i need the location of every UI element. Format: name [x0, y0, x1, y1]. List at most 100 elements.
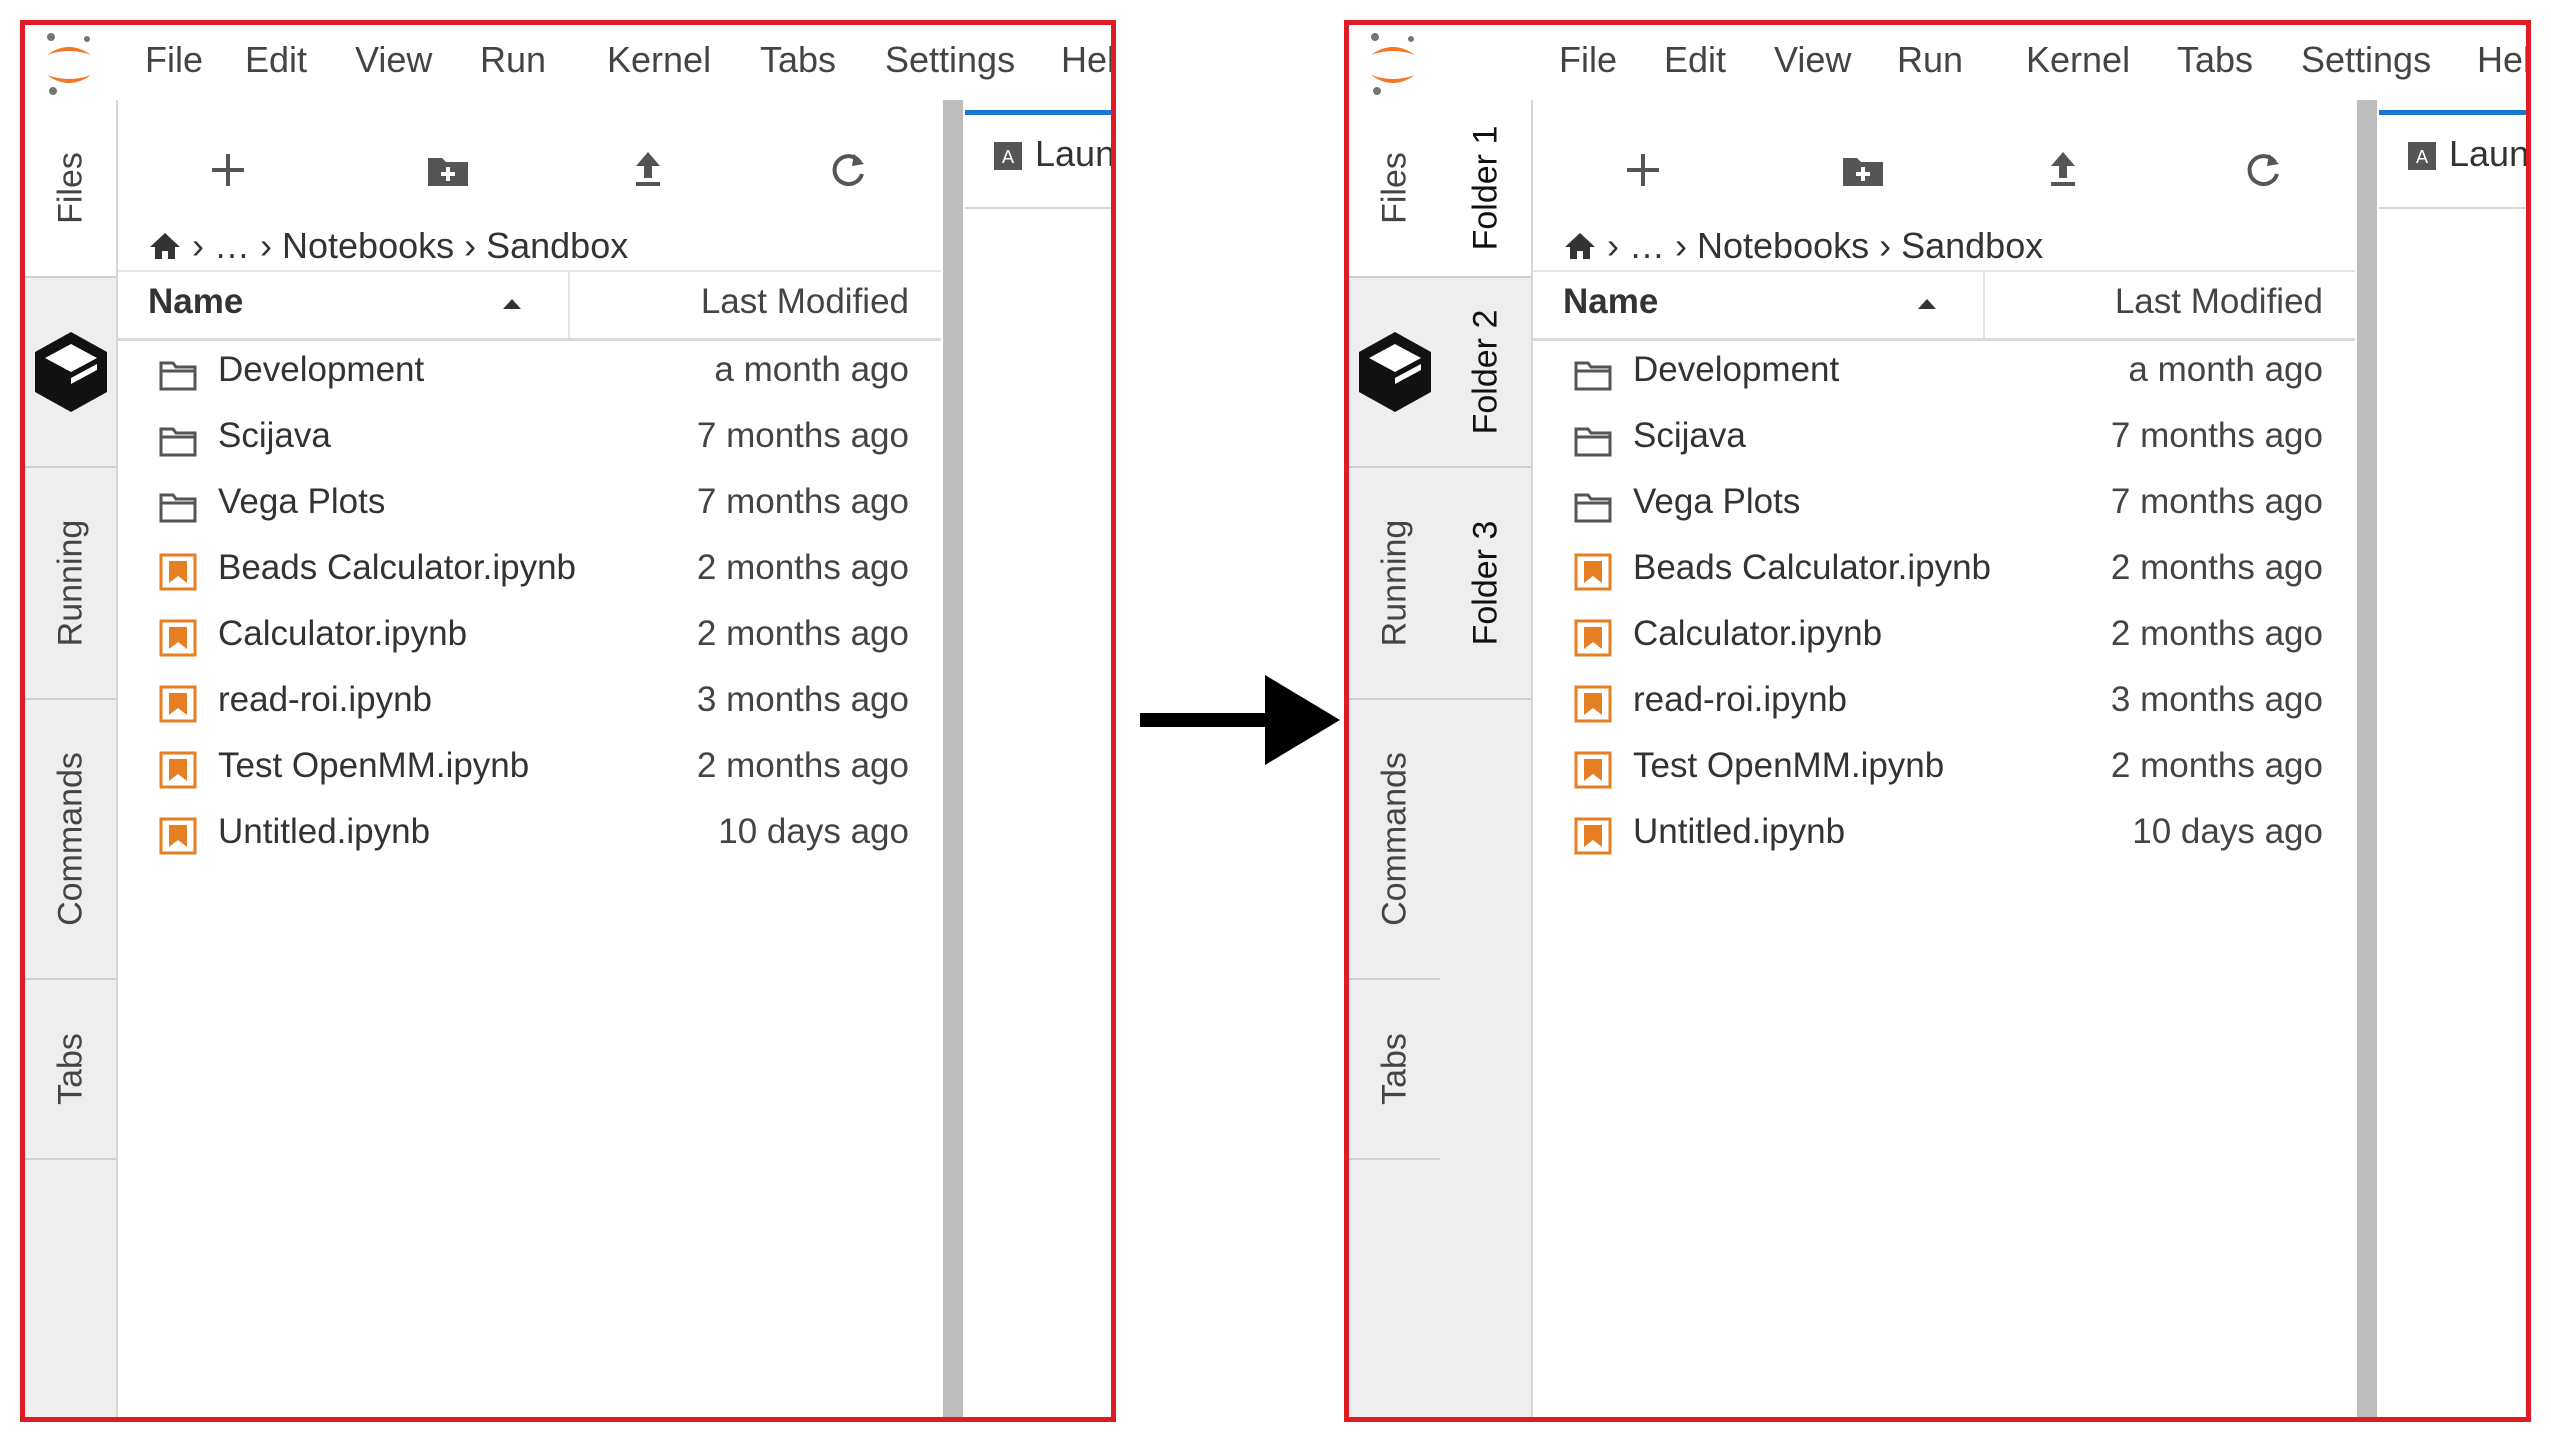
file-row[interactable]: Calculator.ipynb 2 months ago [118, 604, 941, 670]
sort-ascending-icon [1918, 299, 1936, 309]
menu-edit[interactable]: Edit [1664, 39, 1726, 81]
menu-tabs[interactable]: Tabs [2177, 39, 2253, 81]
tab-launcher[interactable]: A Laun [965, 110, 1111, 209]
file-row[interactable]: Beads Calculator.ipynb 2 months ago [1533, 538, 2355, 604]
folder-icon [1574, 361, 1612, 391]
tab-launcher-label: Laun [2449, 133, 2530, 174]
file-row[interactable]: Development a month ago [1533, 340, 2355, 406]
sidebar-tab-running[interactable]: Running [1349, 468, 1440, 700]
file-name: Beads Calculator.ipynb [218, 548, 576, 587]
folder-tab-3[interactable]: Folder 3 [1440, 468, 1531, 700]
file-row[interactable]: Scijava 7 months ago [1533, 406, 2355, 472]
file-name: read-roi.ipynb [1633, 680, 1847, 719]
sidebar-tab-commands[interactable]: Commands [1349, 700, 1440, 980]
file-modified: 2 months ago [696, 746, 909, 785]
sidebar-tab-commands[interactable]: Commands [25, 700, 116, 980]
folder-tab-2[interactable]: Folder 2 [1440, 278, 1531, 468]
file-modified: 2 months ago [2110, 548, 2323, 587]
file-row[interactable]: Development a month ago [118, 340, 941, 406]
file-list-header: Name Last Modified [1533, 270, 2355, 341]
notebook-icon [159, 817, 197, 855]
notebook-icon [1574, 817, 1612, 855]
file-name: Untitled.ipynb [1633, 812, 1846, 851]
scrollbar[interactable] [943, 100, 963, 1417]
launcher-icon: A [994, 142, 1022, 170]
file-row[interactable]: Vega Plots 7 months ago [1533, 472, 2355, 538]
upload-button[interactable] [2033, 140, 2093, 200]
notebook-icon [159, 751, 197, 789]
tab-launcher[interactable]: A Laun [2379, 110, 2530, 209]
column-modified-header[interactable]: Last Modified [701, 282, 909, 322]
sidebar-tab-label: Running [1375, 519, 1413, 647]
file-modified: 7 months ago [2110, 416, 2323, 455]
file-row[interactable]: read-roi.ipynb 3 months ago [118, 670, 941, 736]
file-modified: 7 months ago [2110, 482, 2323, 521]
new-launcher-button[interactable] [1613, 140, 1673, 200]
breadcrumb-sandbox[interactable]: Sandbox [1901, 225, 2043, 267]
breadcrumb-ellipsis[interactable]: … [1629, 225, 1665, 267]
sidebar-tab-files[interactable]: Files [25, 100, 116, 278]
file-row[interactable]: Vega Plots 7 months ago [118, 472, 941, 538]
file-row[interactable]: Beads Calculator.ipynb 2 months ago [118, 538, 941, 604]
file-modified: 3 months ago [696, 680, 909, 719]
menu-tabs[interactable]: Tabs [760, 39, 836, 81]
new-folder-button[interactable] [1833, 140, 1893, 200]
menu-view[interactable]: View [1774, 39, 1851, 81]
menu-view[interactable]: View [355, 39, 432, 81]
main-area: A Laun [965, 100, 1111, 1417]
menu-run[interactable]: Run [480, 39, 546, 81]
home-icon[interactable] [148, 231, 182, 261]
menu-settings[interactable]: Settings [885, 39, 1015, 81]
menu-help[interactable]: Hel [1061, 39, 1111, 81]
file-name: Calculator.ipynb [1633, 614, 1883, 653]
notebook-icon [1574, 685, 1612, 723]
new-folder-button[interactable] [418, 140, 478, 200]
column-modified-header[interactable]: Last Modified [2115, 282, 2323, 322]
file-row[interactable]: Test OpenMM.ipynb 2 months ago [1533, 736, 2355, 802]
refresh-button[interactable] [2233, 140, 2293, 200]
file-row[interactable]: Test OpenMM.ipynb 2 months ago [118, 736, 941, 802]
breadcrumb-sandbox[interactable]: Sandbox [486, 225, 628, 267]
file-row[interactable]: Calculator.ipynb 2 months ago [1533, 604, 2355, 670]
file-row[interactable]: Untitled.ipynb 10 days ago [1533, 802, 2355, 868]
folder-tab-label: Folder 2 [1466, 309, 1504, 435]
menu-help[interactable]: Hel [2477, 39, 2526, 81]
file-modified: a month ago [2128, 350, 2323, 389]
sidebar-tab-files[interactable]: Files [1349, 100, 1440, 278]
file-row[interactable]: Scijava 7 months ago [118, 406, 941, 472]
sidebar-tab-extension[interactable] [1349, 278, 1440, 468]
upload-button[interactable] [618, 140, 678, 200]
menu-file[interactable]: File [145, 39, 203, 81]
scrollbar[interactable] [2357, 100, 2377, 1417]
menu-file[interactable]: File [1559, 39, 1617, 81]
sidebar-tab-label: Files [1375, 152, 1413, 224]
file-name: Development [1633, 350, 1840, 389]
sidebar-tab-tabs[interactable]: Tabs [1349, 980, 1440, 1160]
folder-icon [159, 427, 197, 457]
menu-kernel[interactable]: Kernel [607, 39, 711, 81]
column-name-header[interactable]: Name [1563, 282, 1658, 322]
menu-run[interactable]: Run [1897, 39, 1963, 81]
file-modified: 2 months ago [696, 614, 909, 653]
sidebar-tab-running[interactable]: Running [25, 468, 116, 700]
home-icon[interactable] [1563, 231, 1597, 261]
breadcrumb-ellipsis[interactable]: … [214, 225, 250, 267]
breadcrumb-notebooks[interactable]: Notebooks [282, 225, 454, 267]
menu-kernel[interactable]: Kernel [2026, 39, 2130, 81]
folder-tab-1[interactable]: Folder 1 [1440, 100, 1531, 278]
before-panel: File Edit View Run Kernel Tabs Settings … [20, 20, 1116, 1422]
breadcrumb-notebooks[interactable]: Notebooks [1697, 225, 1869, 267]
file-row[interactable]: read-roi.ipynb 3 months ago [1533, 670, 2355, 736]
file-name: Test OpenMM.ipynb [1633, 746, 1945, 785]
sidebar-tab-tabs[interactable]: Tabs [25, 980, 116, 1160]
file-row[interactable]: Untitled.ipynb 10 days ago [118, 802, 941, 868]
menu-edit[interactable]: Edit [245, 39, 307, 81]
left-sidebar: Files Running Commands Tabs [1349, 100, 1442, 1417]
notebook-icon [159, 685, 197, 723]
new-launcher-button[interactable] [198, 140, 258, 200]
sidebar-tab-extension[interactable] [25, 278, 116, 468]
column-name-header[interactable]: Name [148, 282, 243, 322]
folder-icon [159, 493, 197, 523]
menu-settings[interactable]: Settings [2301, 39, 2431, 81]
refresh-button[interactable] [818, 140, 878, 200]
